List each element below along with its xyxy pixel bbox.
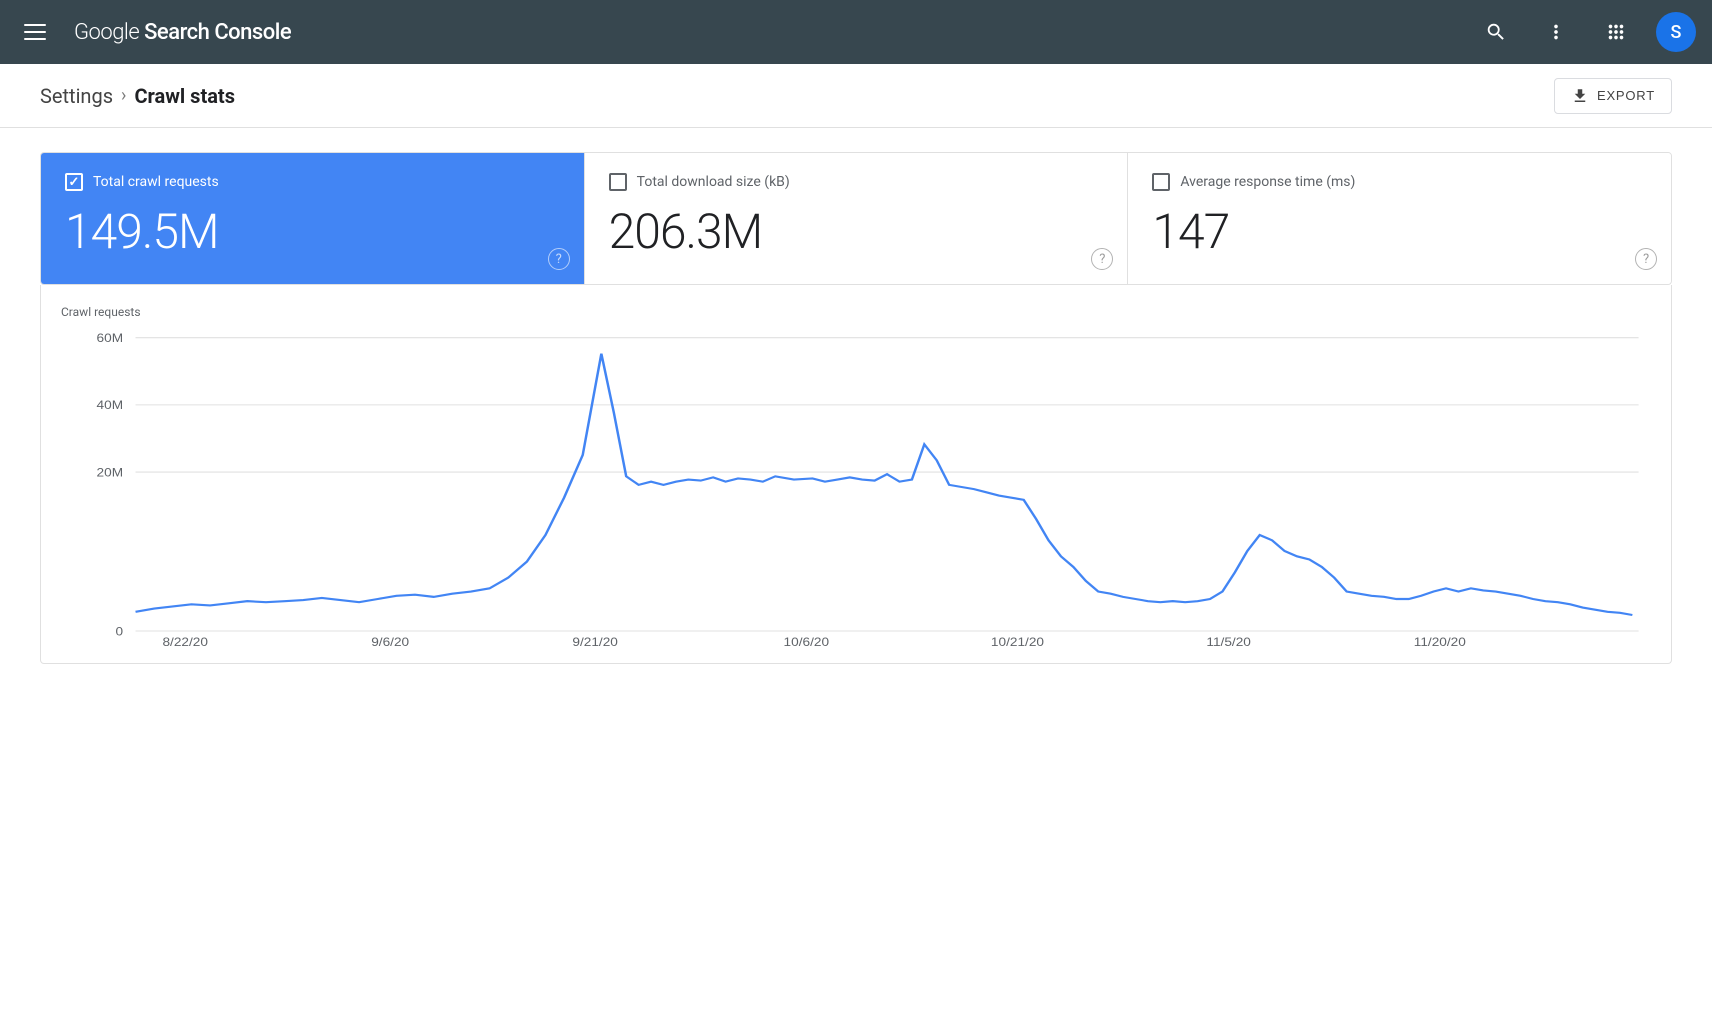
help-icon-2[interactable]: ? (1635, 248, 1657, 270)
apps-button[interactable] (1596, 12, 1636, 52)
crawl-chart: 60M 40M 20M 0 8/22/20 9/6/20 9/21/20 10/… (61, 327, 1651, 647)
export-label: EXPORT (1597, 88, 1655, 103)
search-button[interactable] (1476, 12, 1516, 52)
menu-button[interactable] (16, 16, 54, 48)
stat-card-crawl-requests[interactable]: ✓ Total crawl requests 149.5M ? (41, 153, 585, 284)
chart-wrapper: 60M 40M 20M 0 8/22/20 9/6/20 9/21/20 10/… (61, 327, 1651, 647)
stat-card-header-0: ✓ Total crawl requests (65, 173, 560, 191)
breadcrumb-settings[interactable]: Settings (40, 84, 113, 108)
svg-text:0: 0 (116, 624, 124, 638)
main-content: ✓ Total crawl requests 149.5M ? Total do… (0, 128, 1712, 688)
header-right: S (1476, 12, 1696, 52)
help-icon-0[interactable]: ? (548, 248, 570, 270)
breadcrumb: Settings › Crawl stats (40, 84, 235, 108)
header-left: Google Search Console (16, 16, 291, 48)
title-google: Google (74, 20, 144, 45)
breadcrumb-current: Crawl stats (134, 84, 235, 108)
app-header: Google Search Console S (0, 0, 1712, 64)
chart-y-label: Crawl requests (61, 305, 1651, 319)
svg-text:10/21/20: 10/21/20 (991, 635, 1044, 647)
stat-value-0: 149.5M (65, 203, 560, 260)
stat-value-2: 147 (1152, 203, 1647, 260)
title-rest: Search Console (144, 20, 291, 45)
stat-card-download-size[interactable]: Total download size (kB) 206.3M ? (585, 153, 1129, 284)
user-avatar[interactable]: S (1656, 12, 1696, 52)
breadcrumb-bar: Settings › Crawl stats EXPORT (0, 64, 1712, 128)
stat-checkbox-1[interactable] (609, 173, 627, 191)
stat-label-1: Total download size (kB) (637, 174, 790, 190)
stat-cards: ✓ Total crawl requests 149.5M ? Total do… (40, 152, 1672, 285)
stat-card-header-1: Total download size (kB) (609, 173, 1104, 191)
stat-card-response-time[interactable]: Average response time (ms) 147 ? (1128, 153, 1671, 284)
svg-text:10/6/20: 10/6/20 (784, 635, 830, 647)
export-button[interactable]: EXPORT (1554, 78, 1672, 114)
checkmark-0: ✓ (69, 176, 80, 189)
help-icon-1[interactable]: ? (1091, 248, 1113, 270)
svg-text:11/20/20: 11/20/20 (1414, 635, 1466, 647)
stat-checkbox-2[interactable] (1152, 173, 1170, 191)
svg-text:11/5/20: 11/5/20 (1206, 635, 1251, 647)
stat-value-1: 206.3M (609, 203, 1104, 260)
more-options-button[interactable] (1536, 12, 1576, 52)
stat-label-0: Total crawl requests (93, 174, 219, 190)
stat-checkbox-0[interactable]: ✓ (65, 173, 83, 191)
stat-card-header-2: Average response time (ms) (1152, 173, 1647, 191)
svg-text:60M: 60M (97, 331, 124, 345)
svg-text:9/21/20: 9/21/20 (572, 635, 618, 647)
stat-label-2: Average response time (ms) (1180, 174, 1355, 190)
app-title: Google Search Console (74, 20, 291, 45)
svg-text:9/6/20: 9/6/20 (371, 635, 409, 647)
svg-text:20M: 20M (97, 465, 124, 479)
svg-text:8/22/20: 8/22/20 (162, 635, 208, 647)
breadcrumb-separator: › (121, 85, 126, 106)
svg-text:40M: 40M (97, 398, 124, 412)
chart-container: Crawl requests 60M 40M 20M 0 8/22/20 9/6… (40, 285, 1672, 664)
